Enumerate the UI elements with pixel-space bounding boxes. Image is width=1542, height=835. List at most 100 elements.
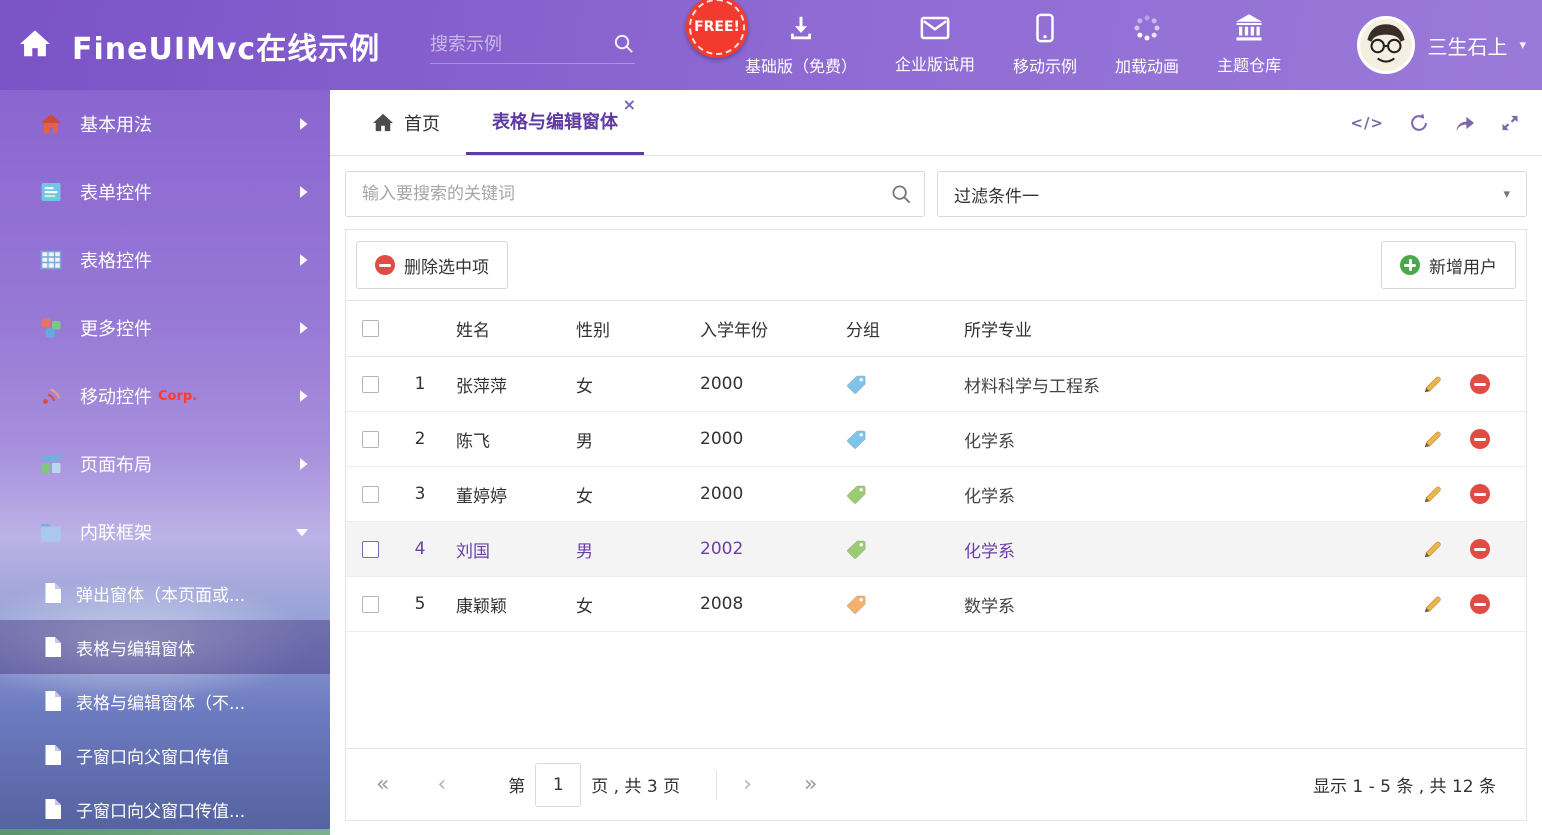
- page-suffix-label: 页 , 共 3 页: [591, 772, 680, 797]
- header-search[interactable]: 搜索示例: [430, 30, 635, 64]
- tab-home[interactable]: 首页: [346, 90, 466, 155]
- edit-icon[interactable]: [1422, 373, 1444, 395]
- sidebar-item-label: 内联框架: [80, 519, 152, 545]
- delete-icon[interactable]: [1470, 539, 1490, 559]
- minus-circle-icon: [375, 255, 395, 275]
- chevron-right-icon: [299, 118, 308, 130]
- table-row-selected[interactable]: 4 刘国 男 2002 化学系: [346, 522, 1526, 577]
- select-all-checkbox[interactable]: [362, 320, 379, 337]
- nav-item-enterprise-trial[interactable]: 企业版试用: [895, 15, 975, 75]
- table-row[interactable]: 3 董婷婷 女 2000 化学系: [346, 467, 1526, 522]
- keyword-search-input[interactable]: [345, 171, 925, 217]
- nav-item-mobile-demo[interactable]: 移动示例: [1013, 13, 1077, 77]
- page-number-input[interactable]: [535, 763, 581, 807]
- row-checkbox[interactable]: [362, 596, 379, 613]
- file-icon: [44, 690, 62, 712]
- row-index: 4: [394, 539, 446, 559]
- nav-item-loading-animation[interactable]: 加载动画: [1115, 13, 1179, 77]
- download-icon: [786, 13, 816, 47]
- column-header-name[interactable]: 姓名: [446, 316, 566, 341]
- major-link[interactable]: 化学系: [964, 432, 1015, 452]
- share-icon[interactable]: [1454, 113, 1476, 133]
- tag-icon: [846, 594, 867, 615]
- next-page-button[interactable]: ›: [743, 774, 752, 796]
- column-header-major[interactable]: 所学专业: [954, 316, 1376, 341]
- delete-icon[interactable]: [1470, 374, 1490, 394]
- column-header-group[interactable]: 分组: [836, 316, 954, 341]
- filter-dropdown[interactable]: 过滤条件一 ▾: [937, 171, 1527, 217]
- search-icon[interactable]: [612, 32, 635, 55]
- tab-grid-edit-window[interactable]: 表格与编辑窗体 ×: [466, 90, 644, 155]
- delete-selected-button[interactable]: 删除选中项: [356, 241, 508, 289]
- table-header: 姓名 性别 入学年份 分组 所学专业: [346, 301, 1526, 357]
- row-checkbox[interactable]: [362, 486, 379, 503]
- row-checkbox[interactable]: [362, 541, 379, 558]
- search-icon[interactable]: [890, 183, 912, 209]
- delete-icon[interactable]: [1470, 429, 1490, 449]
- close-icon[interactable]: ×: [623, 97, 636, 113]
- sidebar-item-basic-usage[interactable]: 基本用法: [0, 90, 330, 158]
- tab-bar: 首页 表格与编辑窗体 × </>: [330, 90, 1542, 156]
- file-icon: [44, 636, 62, 658]
- file-icon: [44, 744, 62, 766]
- prev-page-button[interactable]: ‹: [437, 774, 446, 796]
- sidebar-subitem-grid-edit-window[interactable]: 表格与编辑窗体: [0, 620, 330, 674]
- major-link[interactable]: 材料科学与工程系: [964, 377, 1100, 397]
- sidebar-subitem-child-to-parent-2[interactable]: 子窗口向父窗口传值...: [0, 782, 330, 835]
- corp-badge: Corp.: [158, 389, 197, 404]
- sidebar-subitem-popup-window[interactable]: 弹出窗体（本页面或...: [0, 566, 330, 620]
- sidebar-item-grid-controls[interactable]: 表格控件: [0, 226, 330, 294]
- add-user-label: 新增用户: [1429, 253, 1497, 278]
- nav-item-label: 主题仓库: [1217, 52, 1281, 76]
- sidebar-item-mobile-controls[interactable]: 移动控件 Corp.: [0, 362, 330, 430]
- row-checkbox[interactable]: [362, 431, 379, 448]
- edit-icon[interactable]: [1422, 483, 1444, 505]
- nav-item-basic-free[interactable]: 基础版（免费）: [745, 13, 857, 77]
- table-row[interactable]: 5 康颖颖 女 2008 数学系: [346, 577, 1526, 632]
- expand-icon[interactable]: [1500, 113, 1520, 133]
- chevron-right-icon: [299, 322, 308, 334]
- delete-icon[interactable]: [1470, 484, 1490, 504]
- sidebar-item-page-layout[interactable]: 页面布局: [0, 430, 330, 498]
- file-icon: [44, 582, 62, 604]
- nav-item-theme-repo[interactable]: 主题仓库: [1217, 14, 1281, 76]
- add-user-button[interactable]: 新增用户: [1381, 241, 1516, 289]
- last-page-button[interactable]: »: [804, 774, 817, 796]
- first-page-button[interactable]: «: [376, 774, 389, 796]
- header-nav: 基础版（免费） 企业版试用 移动示例 加载动画 主题仓库: [726, 0, 1300, 90]
- layout-icon: [38, 452, 64, 476]
- edit-icon[interactable]: [1422, 593, 1444, 615]
- sidebar-subitem-grid-edit-window-2[interactable]: 表格与编辑窗体（不...: [0, 674, 330, 728]
- edit-icon[interactable]: [1422, 538, 1444, 560]
- sidebar-item-iframe[interactable]: 内联框架: [0, 498, 330, 566]
- code-icon[interactable]: </>: [1350, 114, 1384, 132]
- plus-circle-icon: [1400, 255, 1420, 275]
- chevron-down-icon: [296, 528, 308, 537]
- sidebar-item-label: 基本用法: [80, 111, 152, 137]
- edit-icon[interactable]: [1422, 428, 1444, 450]
- filter-dropdown-value: 过滤条件一: [954, 182, 1039, 207]
- delete-icon[interactable]: [1470, 594, 1490, 614]
- pagination-divider: [716, 770, 717, 800]
- home-icon[interactable]: [18, 29, 52, 63]
- sidebar-subitem-child-to-parent[interactable]: 子窗口向父窗口传值: [0, 728, 330, 782]
- major-link[interactable]: 化学系: [964, 487, 1015, 507]
- sidebar-item-form-controls[interactable]: 表单控件: [0, 158, 330, 226]
- sidebar-item-more-controls[interactable]: 更多控件: [0, 294, 330, 362]
- column-header-year[interactable]: 入学年份: [690, 316, 836, 341]
- major-link[interactable]: 化学系: [964, 542, 1015, 562]
- refresh-icon[interactable]: [1408, 112, 1430, 134]
- main-content: 首页 表格与编辑窗体 × </> 过滤条件一 ▾: [330, 90, 1542, 835]
- major-link[interactable]: 数学系: [964, 597, 1015, 617]
- cell-year: 2000: [690, 429, 836, 449]
- user-menu[interactable]: 三生石上 ▾: [1357, 0, 1526, 90]
- caret-down-icon: ▾: [1503, 187, 1510, 202]
- row-checkbox[interactable]: [362, 376, 379, 393]
- cell-year: 2000: [690, 374, 836, 394]
- table-row[interactable]: 1 张萍萍 女 2000 材料科学与工程系: [346, 357, 1526, 412]
- column-header-gender[interactable]: 性别: [566, 316, 690, 341]
- table-row[interactable]: 2 陈飞 男 2000 化学系: [346, 412, 1526, 467]
- bank-icon: [1234, 14, 1264, 46]
- avatar[interactable]: [1357, 16, 1415, 74]
- sidebar-item-label: 表格控件: [80, 247, 152, 273]
